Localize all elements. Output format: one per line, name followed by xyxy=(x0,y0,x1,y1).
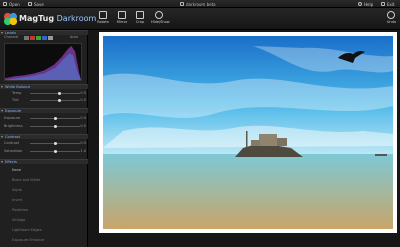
effect-vintage[interactable]: Vintage xyxy=(12,218,82,222)
folder-icon xyxy=(3,2,7,6)
undo-button[interactable]: Undo xyxy=(387,11,396,24)
saturation-row: Saturation 1.0 xyxy=(4,149,86,154)
temp-row: Temp 0.5 xyxy=(4,91,86,96)
contrast-label: Contrast xyxy=(4,141,19,145)
effect-exposure-enhance[interactable]: Exposure Enhance xyxy=(12,238,82,242)
crop-tool[interactable]: Crop xyxy=(132,11,148,24)
help-icon xyxy=(358,2,362,6)
channel-label: Channel xyxy=(4,35,19,39)
histogram-graph xyxy=(5,45,81,80)
channel-red-swatch[interactable] xyxy=(30,35,35,40)
file-icon xyxy=(180,2,184,6)
contrast-row: Contrast 0.5 xyxy=(4,141,86,146)
tint-row: Tint 0.5 xyxy=(4,98,86,103)
contrast-value: 0.5 xyxy=(80,141,86,145)
file-name: darkroom beta xyxy=(180,0,216,8)
open-button[interactable]: Open xyxy=(3,1,20,7)
exposure-value: 0.5 xyxy=(80,116,86,120)
exposure-slider[interactable] xyxy=(30,116,80,120)
temp-slider[interactable] xyxy=(30,91,80,95)
saturation-knob[interactable] xyxy=(53,149,57,153)
contrast-section-header[interactable]: Contrast xyxy=(0,134,88,139)
effect-lightroom-edges[interactable]: Lightroom Edges xyxy=(12,228,82,232)
photo-image xyxy=(103,36,393,229)
hide-show-tool[interactable]: Hide/Show xyxy=(151,11,170,24)
saturation-value: 1.0 xyxy=(80,149,86,153)
channel-luma-swatch[interactable] xyxy=(48,35,53,40)
channel-rgb-swatch[interactable] xyxy=(24,35,29,40)
exposure-row: Exposure 0.5 xyxy=(4,116,86,121)
save-button[interactable]: Save xyxy=(28,1,44,7)
app-logo-icon xyxy=(3,12,18,26)
rotate-tool[interactable]: Rotate xyxy=(95,11,111,24)
channel-green-swatch[interactable] xyxy=(36,35,41,40)
contrast-slider[interactable] xyxy=(30,141,80,145)
temp-value: 0.5 xyxy=(80,91,86,95)
effect-sepia[interactable]: Sepia xyxy=(12,188,82,192)
tint-knob[interactable] xyxy=(57,98,61,102)
temp-knob[interactable] xyxy=(57,91,61,95)
save-label: Save xyxy=(34,1,44,7)
open-label: Open xyxy=(9,1,20,7)
undo-icon xyxy=(387,11,396,19)
save-icon xyxy=(28,2,32,6)
brightness-label: Brightness xyxy=(4,124,23,128)
rotate-icon xyxy=(99,11,107,19)
mirror-tool[interactable]: Mirror xyxy=(114,11,130,24)
photo[interactable] xyxy=(99,32,397,233)
app-name: MagTug Darkroom xyxy=(19,14,97,23)
saturation-label: Saturation xyxy=(4,149,23,153)
exit-icon xyxy=(381,2,385,6)
exit-button[interactable]: Exit xyxy=(381,1,395,7)
exposure-label: Exposure xyxy=(4,116,21,120)
eye-icon xyxy=(155,11,163,19)
effect-none[interactable]: None xyxy=(12,168,82,172)
histogram xyxy=(4,43,82,81)
help-button[interactable]: Help xyxy=(358,1,373,7)
temp-label: Temp xyxy=(12,91,22,95)
channel-blue-swatch[interactable] xyxy=(42,35,47,40)
effect-black-and-white[interactable]: Black and White xyxy=(12,178,82,182)
exit-label: Exit xyxy=(387,1,395,7)
toolbar: MagTug Darkroom Rotate Mirror Crop Hide/… xyxy=(0,8,400,30)
tint-value: 0.5 xyxy=(80,98,86,102)
help-label: Help xyxy=(364,1,374,7)
channel-swatches xyxy=(24,35,53,40)
mirror-icon xyxy=(118,11,126,19)
crop-icon xyxy=(136,11,144,19)
channel-row: Channel Auto xyxy=(4,35,86,40)
effect-invert[interactable]: Invert xyxy=(12,198,82,202)
exposure-knob[interactable] xyxy=(53,116,57,120)
tint-slider[interactable] xyxy=(30,98,80,102)
white-balance-section-header[interactable]: White Balance xyxy=(0,84,88,89)
tint-label: Tint xyxy=(12,98,19,102)
brightness-row: Brightness 0.5 xyxy=(4,124,86,129)
saturation-slider[interactable] xyxy=(30,149,80,153)
brightness-value: 0.5 xyxy=(80,124,86,128)
exposure-section-header[interactable]: Exposure xyxy=(0,108,88,113)
brightness-slider[interactable] xyxy=(30,124,80,128)
effect-posterize[interactable]: Posterize xyxy=(12,208,82,212)
effects-section-header[interactable]: Effects xyxy=(0,159,88,164)
auto-button[interactable]: Auto xyxy=(70,35,78,40)
contrast-knob[interactable] xyxy=(53,141,57,145)
menubar: Open Save darkroom beta Help Exit xyxy=(0,0,400,8)
brightness-knob[interactable] xyxy=(53,124,57,128)
